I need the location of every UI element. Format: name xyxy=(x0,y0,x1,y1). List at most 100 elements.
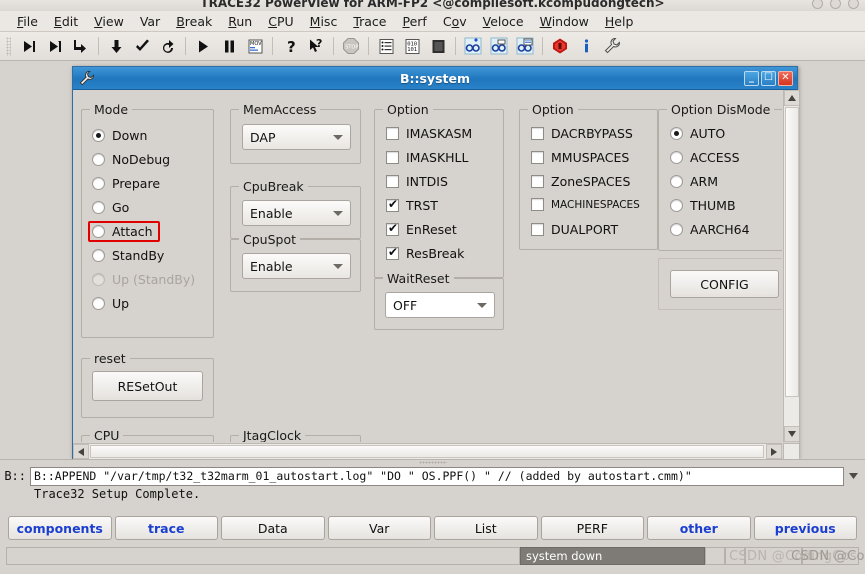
step-check-icon[interactable] xyxy=(129,34,155,58)
softkey-list[interactable]: List xyxy=(434,516,538,540)
scroll-left-icon[interactable] xyxy=(73,444,89,459)
app-window-controls[interactable] xyxy=(812,0,859,9)
command-history-dropdown[interactable] xyxy=(845,466,861,486)
radio-mode-attach[interactable]: Attach xyxy=(88,221,160,242)
dialog-close-button[interactable]: ✕ xyxy=(778,70,793,86)
app-close-button[interactable] xyxy=(848,0,859,9)
step-into-icon[interactable] xyxy=(42,34,68,58)
radio-mode-nodebug[interactable]: NoDebug xyxy=(92,152,170,167)
stop-sign-icon[interactable]: STOP xyxy=(338,34,364,58)
info-icon[interactable] xyxy=(573,34,599,58)
config-button[interactable]: CONFIG xyxy=(670,270,779,298)
step-back-icon[interactable] xyxy=(155,34,181,58)
checkbox-zonespaces[interactable]: ZoneSPACES xyxy=(531,174,630,189)
dialog-vertical-scrollbar[interactable] xyxy=(783,90,799,442)
checkbox-trst[interactable]: TRST xyxy=(386,197,438,213)
radio-dismode-aarch64[interactable]: AARCH64 xyxy=(670,222,750,237)
dialog-maximize-button[interactable]: ☐ xyxy=(761,70,776,86)
radio-mode-up[interactable]: Up xyxy=(92,296,129,311)
scroll-up-icon[interactable] xyxy=(784,90,799,106)
chevron-down-icon xyxy=(333,263,343,269)
toolbar-separator xyxy=(368,37,369,55)
watch-add-icon[interactable] xyxy=(460,34,486,58)
menu-break[interactable]: Break xyxy=(168,13,220,30)
checkbox-label: TRST xyxy=(406,198,438,213)
cpuspot-combobox[interactable]: Enable xyxy=(242,253,351,279)
app-minimize-button[interactable] xyxy=(812,0,823,9)
softkey-perf[interactable]: PERF xyxy=(540,516,644,540)
watch-list-icon[interactable] xyxy=(512,34,538,58)
horizontal-scroll-thumb[interactable] xyxy=(90,445,764,458)
vertical-scroll-thumb[interactable] xyxy=(785,107,799,397)
memory-chip-icon[interactable] xyxy=(425,34,451,58)
checkbox-dacrbypass[interactable]: DACRBYPASS xyxy=(531,126,633,141)
break-pause-icon[interactable] xyxy=(216,34,242,58)
command-pane-grip[interactable] xyxy=(0,460,865,465)
radio-mode-prepare[interactable]: Prepare xyxy=(92,176,160,191)
command-row: B:: B::APPEND "/var/tmp/t32_t32marm_01_a… xyxy=(0,466,865,486)
step-over-icon[interactable] xyxy=(16,34,42,58)
watch-view-icon[interactable] xyxy=(486,34,512,58)
toolbar-grip[interactable] xyxy=(6,36,11,56)
scroll-right-icon[interactable] xyxy=(766,444,782,459)
settings-wrench-icon[interactable] xyxy=(599,34,625,58)
help-question-icon[interactable]: ? xyxy=(277,34,303,58)
menu-misc[interactable]: Misc xyxy=(302,13,346,30)
dialog-minimize-button[interactable]: _ xyxy=(744,70,759,86)
context-help-icon[interactable]: ? xyxy=(303,34,329,58)
toolbar-separator xyxy=(333,37,334,55)
go-run-icon[interactable] xyxy=(190,34,216,58)
softkey-previous[interactable]: previous xyxy=(753,516,857,540)
scroll-down-icon[interactable] xyxy=(784,426,799,442)
step-down-arrow-icon[interactable] xyxy=(103,34,129,58)
softkey-trace[interactable]: trace xyxy=(114,516,218,540)
checkbox-mmuspaces[interactable]: MMUSPACES xyxy=(531,150,629,165)
softkey-other[interactable]: other xyxy=(647,516,751,540)
resetout-button[interactable]: RESetOut xyxy=(92,371,203,401)
radio-dismode-access[interactable]: ACCESS xyxy=(670,150,740,165)
menu-window[interactable]: Window xyxy=(532,13,597,30)
menu-file[interactable]: File xyxy=(9,13,46,30)
softkey-data[interactable]: Data xyxy=(221,516,325,540)
radio-mode-down[interactable]: Down xyxy=(92,128,147,143)
menu-var[interactable]: Var xyxy=(132,13,168,30)
checkbox-imaskhll[interactable]: IMASKHLL xyxy=(386,150,468,165)
memaccess-combobox[interactable]: DAP xyxy=(242,124,351,150)
menu-cpu[interactable]: CPU xyxy=(260,13,301,30)
softkey-components[interactable]: components xyxy=(8,516,112,540)
command-input[interactable]: B::APPEND "/var/tmp/t32_t32marm_01_autos… xyxy=(30,466,844,486)
menu-view[interactable]: View xyxy=(86,13,132,30)
menu-trace[interactable]: Trace xyxy=(345,13,394,30)
waitreset-combobox[interactable]: OFF xyxy=(385,292,495,318)
checkbox-label: MACHINESPACES xyxy=(551,198,640,211)
menu-perf[interactable]: Perf xyxy=(395,13,435,30)
radio-dismode-thumb[interactable]: THUMB xyxy=(670,198,736,213)
softkey-var[interactable]: Var xyxy=(327,516,431,540)
menu-edit[interactable]: Edit xyxy=(46,13,86,30)
checkbox-intdis[interactable]: INTDIS xyxy=(386,174,448,189)
menu-run[interactable]: Run xyxy=(220,13,260,30)
menu-help[interactable]: Help xyxy=(597,13,642,30)
checkbox-machinespaces[interactable]: MACHINESPACES xyxy=(531,198,640,211)
app-maximize-button[interactable] xyxy=(830,0,841,9)
step-out-icon[interactable] xyxy=(68,34,94,58)
dialog-horizontal-scrollbar[interactable] xyxy=(73,443,782,459)
radio-mode-go[interactable]: Go xyxy=(92,200,129,215)
radio-mode-standby[interactable]: StandBy xyxy=(92,248,164,263)
checkbox-imaskasm[interactable]: IMASKASM xyxy=(386,126,472,141)
binary-data-icon[interactable]: 010 101 xyxy=(399,34,425,58)
list-source-icon[interactable] xyxy=(373,34,399,58)
breakpoint-icon[interactable] xyxy=(547,34,573,58)
menu-veloce[interactable]: Veloce xyxy=(475,13,532,30)
dialog-titlebar[interactable]: B::system _ ☐ ✕ xyxy=(73,67,797,90)
menu-cov[interactable]: Cov xyxy=(435,13,475,30)
cpubreak-combobox[interactable]: Enable xyxy=(242,200,351,226)
radio-dismode-auto[interactable]: AUTO xyxy=(670,126,725,141)
radio-label: StandBy xyxy=(112,248,165,263)
checkbox-dualport[interactable]: DUALPORT xyxy=(531,222,618,237)
checkbox-resbreak[interactable]: ResBreak xyxy=(386,245,464,261)
mixed-mode-icon[interactable]: MOV xyxy=(242,34,268,58)
checkbox-enreset[interactable]: EnReset xyxy=(386,221,457,237)
radio-dismode-arm[interactable]: ARM xyxy=(670,174,718,189)
radio-indicator xyxy=(92,225,105,238)
